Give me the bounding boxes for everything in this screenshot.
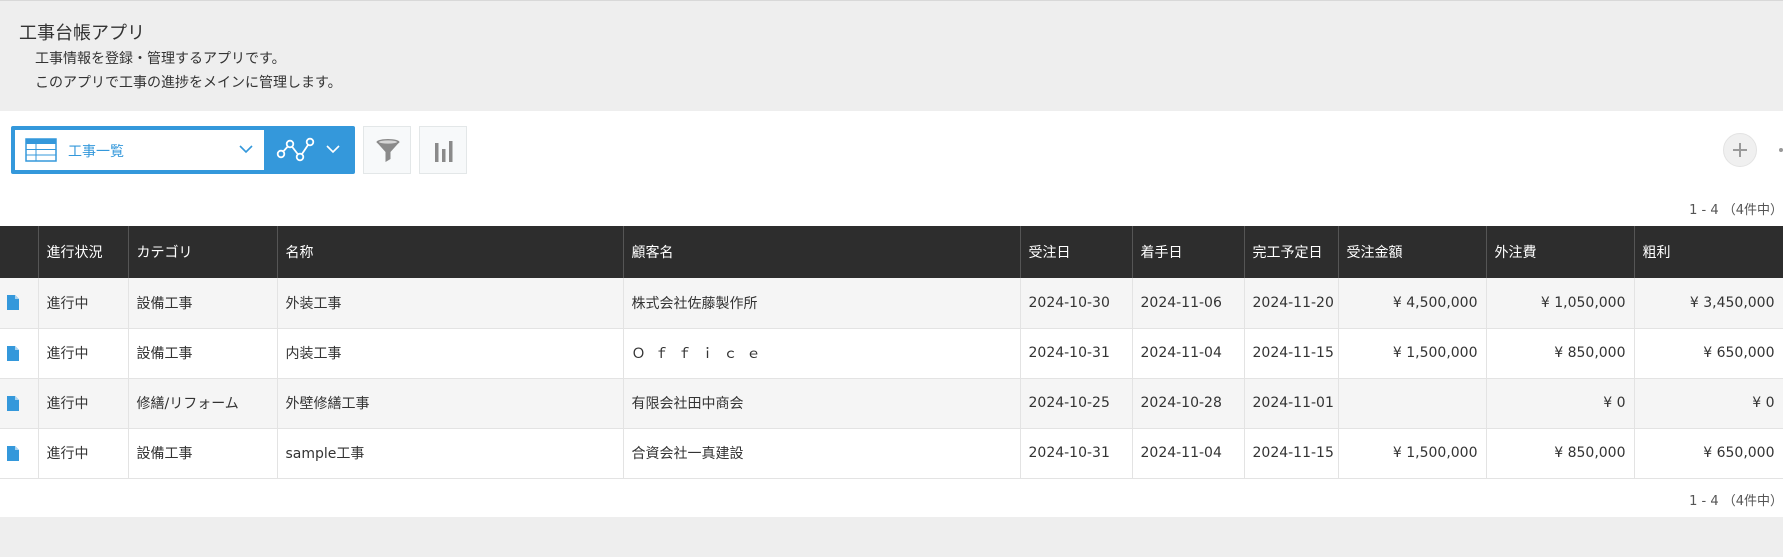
cell-name: 内装工事 [277,328,624,379]
document-icon[interactable] [7,345,19,361]
cell-start-date: 2024-11-04 [1132,428,1245,479]
cell-order-amount: ¥ 1,500,000 [1338,328,1487,379]
bar-chart-icon [435,141,453,162]
document-icon[interactable] [7,445,19,461]
record-detail-cell [0,328,39,379]
column-header-gross-profit[interactable]: 粗利 [1634,226,1783,278]
cell-completion-date: 2024-11-15 [1244,328,1339,379]
cell-order-amount: ¥ 4,500,000 [1338,278,1487,329]
line-graph-icon [276,137,315,162]
column-header-name[interactable]: 名称 [277,226,624,278]
records-table: 進行状況 カテゴリ 名称 顧客名 受注日 着手日 完工予定日 受注金額 外注費 … [0,226,1783,479]
funnel-icon [376,139,400,162]
column-header-outsource-cost[interactable]: 外注費 [1486,226,1635,278]
plus-icon [1733,143,1747,157]
main-panel: 工事一覧 1 - 4 （4件中） 進行状況 カテゴリ 名称 顧客名 受注日 着手… [0,111,1783,517]
cell-customer: 株式会社佐藤製作所 [623,278,1021,329]
cell-outsource-cost: ¥ 1,050,000 [1486,278,1635,329]
cell-category: 設備工事 [128,428,278,479]
cell-outsource-cost: ¥ 0 [1486,378,1635,429]
pagination-info-bottom: 1 - 4 （4件中） [1689,494,1783,509]
cell-order-date: 2024-10-25 [1020,378,1133,429]
cell-name: 外装工事 [277,278,624,329]
table-header-row: 進行状況 カテゴリ 名称 顧客名 受注日 着手日 完工予定日 受注金額 外注費 … [0,226,1783,278]
page-footer-area [0,517,1783,557]
header-icon-column [0,226,39,278]
cell-status: 進行中 [38,278,129,329]
chevron-down-icon [326,145,340,154]
cell-category: 設備工事 [128,328,278,379]
graph-view-button[interactable] [268,130,351,170]
document-icon[interactable] [7,395,19,411]
cell-gross-profit: ¥ 650,000 [1634,328,1783,379]
more-options-dot[interactable] [1779,148,1783,152]
table-row: 進行中 設備工事 内装工事 Ｏｆｆｉｃｅ 2024-10-31 2024-11-… [0,328,1783,379]
column-header-status[interactable]: 進行状況 [38,226,129,278]
cell-gross-profit: ¥ 0 [1634,378,1783,429]
cell-order-amount: ¥ 1,500,000 [1338,428,1487,479]
record-detail-cell [0,378,39,429]
cell-gross-profit: ¥ 650,000 [1634,428,1783,479]
cell-start-date: 2024-11-06 [1132,278,1245,329]
app-description-line2: このアプリで工事の進捗をメインに管理します。 [35,75,342,91]
record-detail-cell [0,278,39,329]
cell-name: 外壁修繕工事 [277,378,624,429]
cell-customer: Ｏｆｆｉｃｅ [623,328,1021,379]
cell-category: 設備工事 [128,278,278,329]
chevron-down-icon [239,145,253,154]
column-header-order-date[interactable]: 受注日 [1020,226,1133,278]
table-grid-icon [25,138,57,162]
cell-name: sample工事 [277,428,624,479]
cell-order-date: 2024-10-31 [1020,428,1133,479]
view-select-dropdown[interactable]: 工事一覧 [15,130,264,170]
cell-status: 進行中 [38,378,129,429]
view-name-label: 工事一覧 [68,144,124,160]
table-row: 進行中 設備工事 外装工事 株式会社佐藤製作所 2024-10-30 2024-… [0,278,1783,329]
cell-order-date: 2024-10-30 [1020,278,1133,329]
column-header-customer[interactable]: 顧客名 [623,226,1021,278]
cell-customer: 有限会社田中商会 [623,378,1021,429]
cell-completion-date: 2024-11-15 [1244,428,1339,479]
column-header-completion-date[interactable]: 完工予定日 [1244,226,1339,278]
column-header-category[interactable]: カテゴリ [128,226,278,278]
cell-order-amount [1338,378,1487,429]
filter-button[interactable] [363,126,411,174]
cell-status: 進行中 [38,328,129,379]
app-title: 工事台帳アプリ [19,23,145,44]
app-description-line1: 工事情報を登録・管理するアプリです。 [35,51,286,67]
cell-status: 進行中 [38,428,129,479]
add-record-button[interactable] [1723,133,1757,167]
app-header: 工事台帳アプリ 工事情報を登録・管理するアプリです。 このアプリで工事の進捗をメ… [0,0,1783,111]
document-icon[interactable] [7,295,19,311]
cell-start-date: 2024-11-04 [1132,328,1245,379]
cell-customer: 合資会社一真建設 [623,428,1021,479]
column-header-start-date[interactable]: 着手日 [1132,226,1245,278]
view-selector-group: 工事一覧 [11,126,355,174]
table-row: 進行中 修繕/リフォーム 外壁修繕工事 有限会社田中商会 2024-10-25 … [0,378,1783,429]
cell-completion-date: 2024-11-20 [1244,278,1339,329]
cell-order-date: 2024-10-31 [1020,328,1133,379]
cell-outsource-cost: ¥ 850,000 [1486,328,1635,379]
record-detail-cell [0,428,39,479]
cell-outsource-cost: ¥ 850,000 [1486,428,1635,479]
chart-button[interactable] [419,126,467,174]
cell-completion-date: 2024-11-01 [1244,378,1339,429]
cell-start-date: 2024-10-28 [1132,378,1245,429]
column-header-order-amount[interactable]: 受注金額 [1338,226,1487,278]
table-row: 進行中 設備工事 sample工事 合資会社一真建設 2024-10-31 20… [0,428,1783,479]
pagination-info-top: 1 - 4 （4件中） [1689,203,1783,218]
cell-category: 修繕/リフォーム [128,378,278,429]
cell-gross-profit: ¥ 3,450,000 [1634,278,1783,329]
